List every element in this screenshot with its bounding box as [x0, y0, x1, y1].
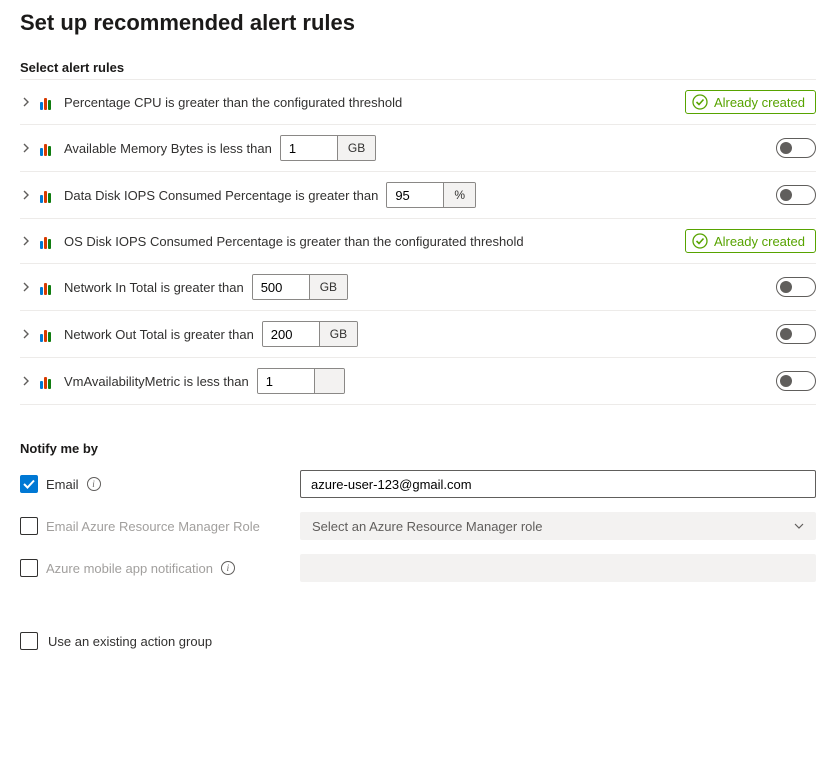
threshold-field: %: [386, 182, 476, 208]
metric-chart-icon: [40, 326, 56, 342]
chevron-right-icon[interactable]: [20, 281, 32, 293]
check-circle-icon: [692, 233, 708, 249]
alert-rule-row: Percentage CPU is greater than the confi…: [20, 80, 816, 125]
already-created-badge: Already created: [685, 229, 816, 253]
rule-label: OS Disk IOPS Consumed Percentage is grea…: [64, 234, 524, 249]
notify-me-by-heading: Notify me by: [20, 441, 816, 456]
rule-label: Percentage CPU is greater than the confi…: [64, 95, 402, 110]
email-label: Email: [46, 477, 79, 492]
use-existing-action-group-label: Use an existing action group: [48, 634, 212, 649]
rule-toggle[interactable]: [776, 185, 816, 205]
alert-rule-row: Network Out Total is greater than GB: [20, 311, 816, 358]
metric-chart-icon: [40, 94, 56, 110]
metric-chart-icon: [40, 279, 56, 295]
alert-rule-row: Data Disk IOPS Consumed Percentage is gr…: [20, 172, 816, 219]
mobile-app-checkbox[interactable]: [20, 559, 38, 577]
rule-label: Data Disk IOPS Consumed Percentage is gr…: [64, 188, 378, 203]
mobile-app-field: [300, 554, 816, 582]
alert-rule-row: Available Memory Bytes is less than GB: [20, 125, 816, 172]
arm-role-select[interactable]: Select an Azure Resource Manager role: [300, 512, 816, 540]
threshold-unit: GB: [319, 322, 357, 346]
threshold-unit: %: [443, 183, 475, 207]
threshold-input[interactable]: [258, 369, 314, 393]
select-alert-rules-heading: Select alert rules: [20, 60, 816, 75]
threshold-unit: GB: [309, 275, 347, 299]
chevron-right-icon[interactable]: [20, 328, 32, 340]
chevron-right-icon[interactable]: [20, 375, 32, 387]
use-existing-action-group-checkbox[interactable]: [20, 632, 38, 650]
threshold-input[interactable]: [253, 275, 309, 299]
threshold-field: GB: [280, 135, 376, 161]
chevron-down-icon: [794, 519, 804, 534]
rule-label: Network Out Total is greater than: [64, 327, 254, 342]
chevron-right-icon[interactable]: [20, 142, 32, 154]
threshold-input[interactable]: [263, 322, 319, 346]
metric-chart-icon: [40, 140, 56, 156]
chevron-right-icon[interactable]: [20, 189, 32, 201]
rule-label: Available Memory Bytes is less than: [64, 141, 272, 156]
checkmark-icon: [23, 478, 35, 490]
arm-role-placeholder: Select an Azure Resource Manager role: [312, 519, 543, 534]
chevron-right-icon[interactable]: [20, 96, 32, 108]
email-checkbox[interactable]: [20, 475, 38, 493]
metric-chart-icon: [40, 373, 56, 389]
alert-rule-row: Network In Total is greater than GB: [20, 264, 816, 311]
threshold-field: GB: [262, 321, 358, 347]
already-created-badge: Already created: [685, 90, 816, 114]
threshold-unit: [314, 369, 344, 393]
mobile-app-label: Azure mobile app notification: [46, 561, 213, 576]
close-button[interactable]: [808, 10, 816, 34]
rule-toggle[interactable]: [776, 277, 816, 297]
chevron-right-icon[interactable]: [20, 235, 32, 247]
info-icon[interactable]: i: [221, 561, 235, 575]
arm-role-checkbox[interactable]: [20, 517, 38, 535]
info-icon[interactable]: i: [87, 477, 101, 491]
rule-toggle[interactable]: [776, 138, 816, 158]
metric-chart-icon: [40, 233, 56, 249]
arm-role-label: Email Azure Resource Manager Role: [46, 519, 260, 534]
check-circle-icon: [692, 94, 708, 110]
rule-label: Network In Total is greater than: [64, 280, 244, 295]
metric-chart-icon: [40, 187, 56, 203]
rule-label: VmAvailabilityMetric is less than: [64, 374, 249, 389]
rule-toggle[interactable]: [776, 324, 816, 344]
rule-toggle[interactable]: [776, 371, 816, 391]
alert-rule-row: OS Disk IOPS Consumed Percentage is grea…: [20, 219, 816, 264]
threshold-input[interactable]: [387, 183, 443, 207]
email-input[interactable]: [300, 470, 816, 498]
threshold-field: GB: [252, 274, 348, 300]
threshold-field: [257, 368, 345, 394]
threshold-unit: GB: [337, 136, 375, 160]
panel-title: Set up recommended alert rules: [20, 10, 355, 36]
threshold-input[interactable]: [281, 136, 337, 160]
alert-rule-row: VmAvailabilityMetric is less than: [20, 358, 816, 405]
